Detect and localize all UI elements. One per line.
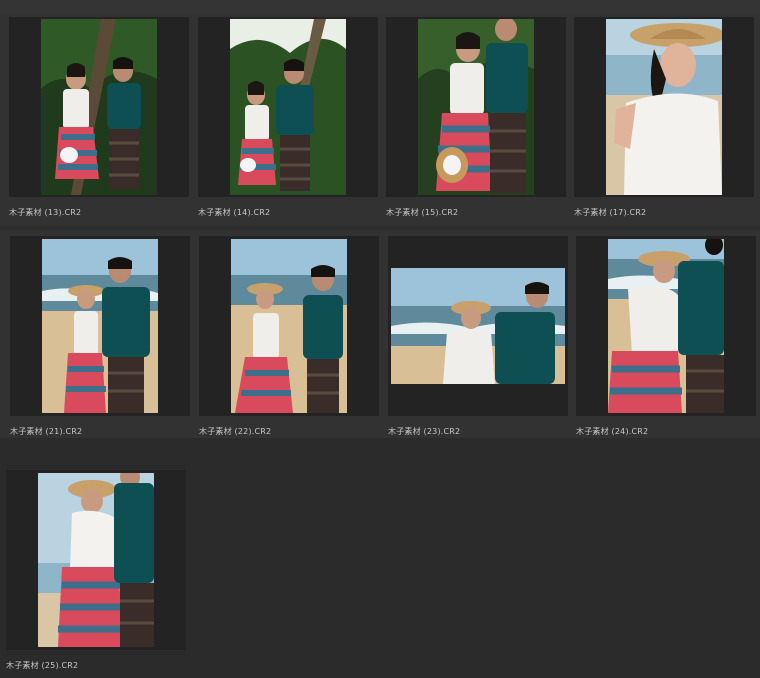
thumbnail-filename: 木子素材 (22).CR2	[199, 427, 272, 436]
photo-thumbnail[interactable]	[41, 19, 157, 195]
photo-thumbnail[interactable]	[231, 239, 347, 413]
top-toolbar-strip	[0, 0, 760, 15]
thumbnail-filename: 木子素材 (24).CR2	[576, 427, 649, 436]
photo-thumbnail[interactable]	[38, 473, 154, 647]
thumbnail-filename: 木子素材 (23).CR2	[388, 427, 461, 436]
photo-thumbnail[interactable]	[42, 239, 158, 413]
photo-thumbnail[interactable]	[230, 19, 346, 195]
photo-thumbnail[interactable]	[391, 268, 565, 384]
photo-thumbnail[interactable]	[418, 19, 534, 195]
thumbnail-filename: 木子素材 (17).CR2	[574, 208, 647, 217]
thumbnail-filename: 木子素材 (25).CR2	[6, 661, 79, 670]
thumbnail-filename: 木子素材 (14).CR2	[198, 208, 271, 217]
thumbnail-filename: 木子素材 (13).CR2	[9, 208, 82, 217]
thumbnail-filename: 木子素材 (21).CR2	[10, 427, 83, 436]
photo-thumbnail[interactable]	[606, 19, 722, 195]
thumbnail-filename: 木子素材 (15).CR2	[386, 208, 459, 217]
photo-thumbnail[interactable]	[608, 239, 724, 413]
